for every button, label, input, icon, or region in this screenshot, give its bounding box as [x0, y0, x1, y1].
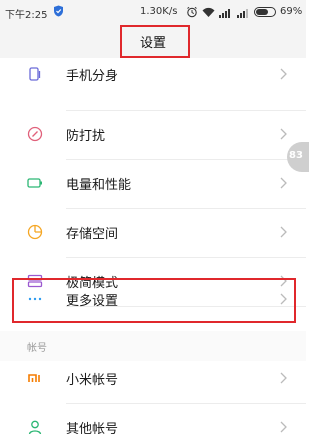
chevron-right-icon: [280, 372, 287, 384]
scroll-indicator[interactable]: 83: [287, 142, 309, 172]
battery-icon: [27, 178, 42, 188]
alarm-icon: [187, 6, 197, 18]
page-title: 设置: [139, 36, 166, 51]
wifi-icon: [202, 7, 215, 17]
settings-item-label: 防打扰: [66, 129, 106, 144]
settings-item-battery-performance[interactable]: 电量和性能: [0, 159, 306, 207]
settings-item-label: 存储空间: [66, 227, 119, 242]
settings-item-other-accounts[interactable]: 其他帐号: [0, 403, 306, 434]
status-icons: [186, 4, 251, 20]
settings-item-dual-app[interactable]: 手机分身: [0, 50, 306, 98]
do-not-disturb-icon: [27, 126, 43, 142]
dual-app-icon: [29, 67, 41, 81]
shield-icon: [54, 5, 63, 17]
more-settings-highlight-box: [12, 278, 296, 323]
scroll-indicator-label: 83: [289, 150, 303, 161]
mi-logo-icon: [28, 374, 40, 382]
section-header-account: 帐号: [27, 343, 47, 354]
signal-icon-2: [237, 8, 248, 18]
battery-percent: 69%: [280, 6, 303, 17]
chevron-right-icon: [280, 68, 287, 80]
storage-pie-icon: [27, 224, 43, 240]
settings-item-storage[interactable]: 存储空间: [0, 208, 306, 256]
person-icon: [28, 420, 42, 434]
chevron-right-icon: [280, 226, 287, 238]
settings-item-label: 手机分身: [66, 69, 119, 84]
settings-item-label: 小米帐号: [66, 373, 119, 388]
network-speed: 1.30K/s: [140, 6, 178, 17]
chevron-right-icon: [280, 128, 287, 140]
chevron-right-icon: [280, 177, 287, 189]
status-time: 下午2:25: [5, 10, 48, 21]
battery-fill: [256, 9, 268, 15]
settings-item-do-not-disturb[interactable]: 防打扰: [0, 110, 306, 158]
settings-item-label: 其他帐号: [66, 422, 119, 434]
settings-item-mi-account[interactable]: 小米帐号: [0, 354, 306, 402]
battery-icon: [254, 7, 276, 17]
status-bar: 下午2:25 1.30K/s 69%: [0, 0, 306, 24]
settings-item-label: 电量和性能: [66, 178, 132, 193]
chevron-right-icon: [280, 421, 287, 433]
signal-icon: [219, 8, 230, 18]
